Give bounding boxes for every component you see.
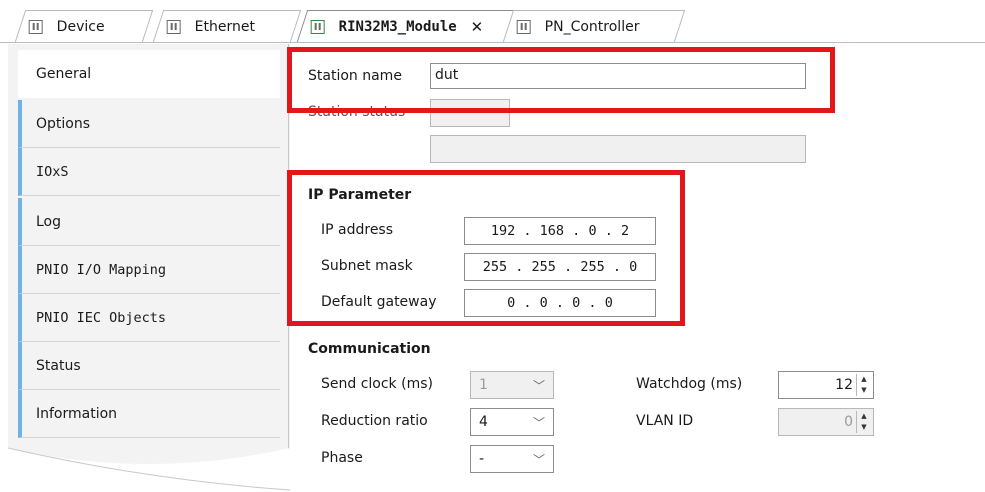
send-clock-select[interactable]: 1 ﹀	[470, 371, 554, 399]
device-icon	[28, 19, 43, 34]
chevron-down-icon: ﹀	[532, 415, 545, 430]
reduction-ratio-select[interactable]: 4 ﹀	[470, 408, 554, 436]
vlan-id-label: VLAN ID	[636, 413, 694, 429]
module-icon	[310, 19, 325, 34]
nav-item-log[interactable]: Log	[18, 198, 280, 246]
tab-ethernet[interactable]: Ethernet	[152, 10, 302, 42]
nav-list: General Options IOxS Log PNIO I/O Mappin…	[18, 44, 280, 444]
tab-device[interactable]: Device	[14, 10, 154, 42]
watchdog-spinner[interactable]: 12 ▲ ▼	[778, 371, 874, 399]
spinner-buttons[interactable]: ▲ ▼	[856, 374, 871, 396]
nav-item-options[interactable]: Options	[18, 100, 280, 148]
arrow-down-icon[interactable]: ▼	[857, 385, 871, 396]
arrow-up-icon[interactable]: ▲	[857, 374, 871, 385]
highlight-station-name	[287, 47, 835, 113]
status-text-field	[430, 135, 806, 163]
tab-strip-divider	[0, 42, 985, 43]
nav-item-status[interactable]: Status	[18, 342, 280, 390]
nav-item-ioxs[interactable]: IOxS	[18, 148, 280, 196]
phase-label: Phase	[321, 450, 363, 466]
tab-pn-controller[interactable]: PN_Controller	[502, 10, 686, 42]
nav-item-general[interactable]: General	[18, 50, 280, 98]
chevron-down-icon: ﹀	[532, 452, 545, 467]
arrow-down-icon[interactable]: ▼	[857, 422, 871, 433]
tab-rin32m3-module[interactable]: RIN32M3_Module ✕	[296, 10, 518, 42]
device-icon	[516, 19, 531, 34]
vlan-id-spinner[interactable]: 0 ▲ ▼	[778, 408, 874, 436]
nav-item-pnio-iec-objects[interactable]: PNIO IEC Objects	[18, 294, 280, 342]
watchdog-label: Watchdog (ms)	[636, 376, 743, 392]
arrow-up-icon[interactable]: ▲	[857, 411, 871, 422]
highlight-ip-parameter	[287, 170, 685, 326]
nav-item-pnio-io-mapping[interactable]: PNIO I/O Mapping	[18, 246, 280, 294]
close-icon[interactable]: ✕	[471, 18, 484, 36]
device-icon	[166, 19, 181, 34]
send-clock-label: Send clock (ms)	[321, 376, 433, 392]
communication-header: Communication	[308, 341, 431, 357]
nav-item-information[interactable]: Information	[18, 390, 280, 438]
chevron-down-icon: ﹀	[532, 378, 545, 393]
reduction-ratio-label: Reduction ratio	[321, 413, 428, 429]
phase-select[interactable]: - ﹀	[470, 445, 554, 473]
nav-footer-curve	[8, 447, 290, 492]
spinner-buttons[interactable]: ▲ ▼	[856, 411, 871, 433]
